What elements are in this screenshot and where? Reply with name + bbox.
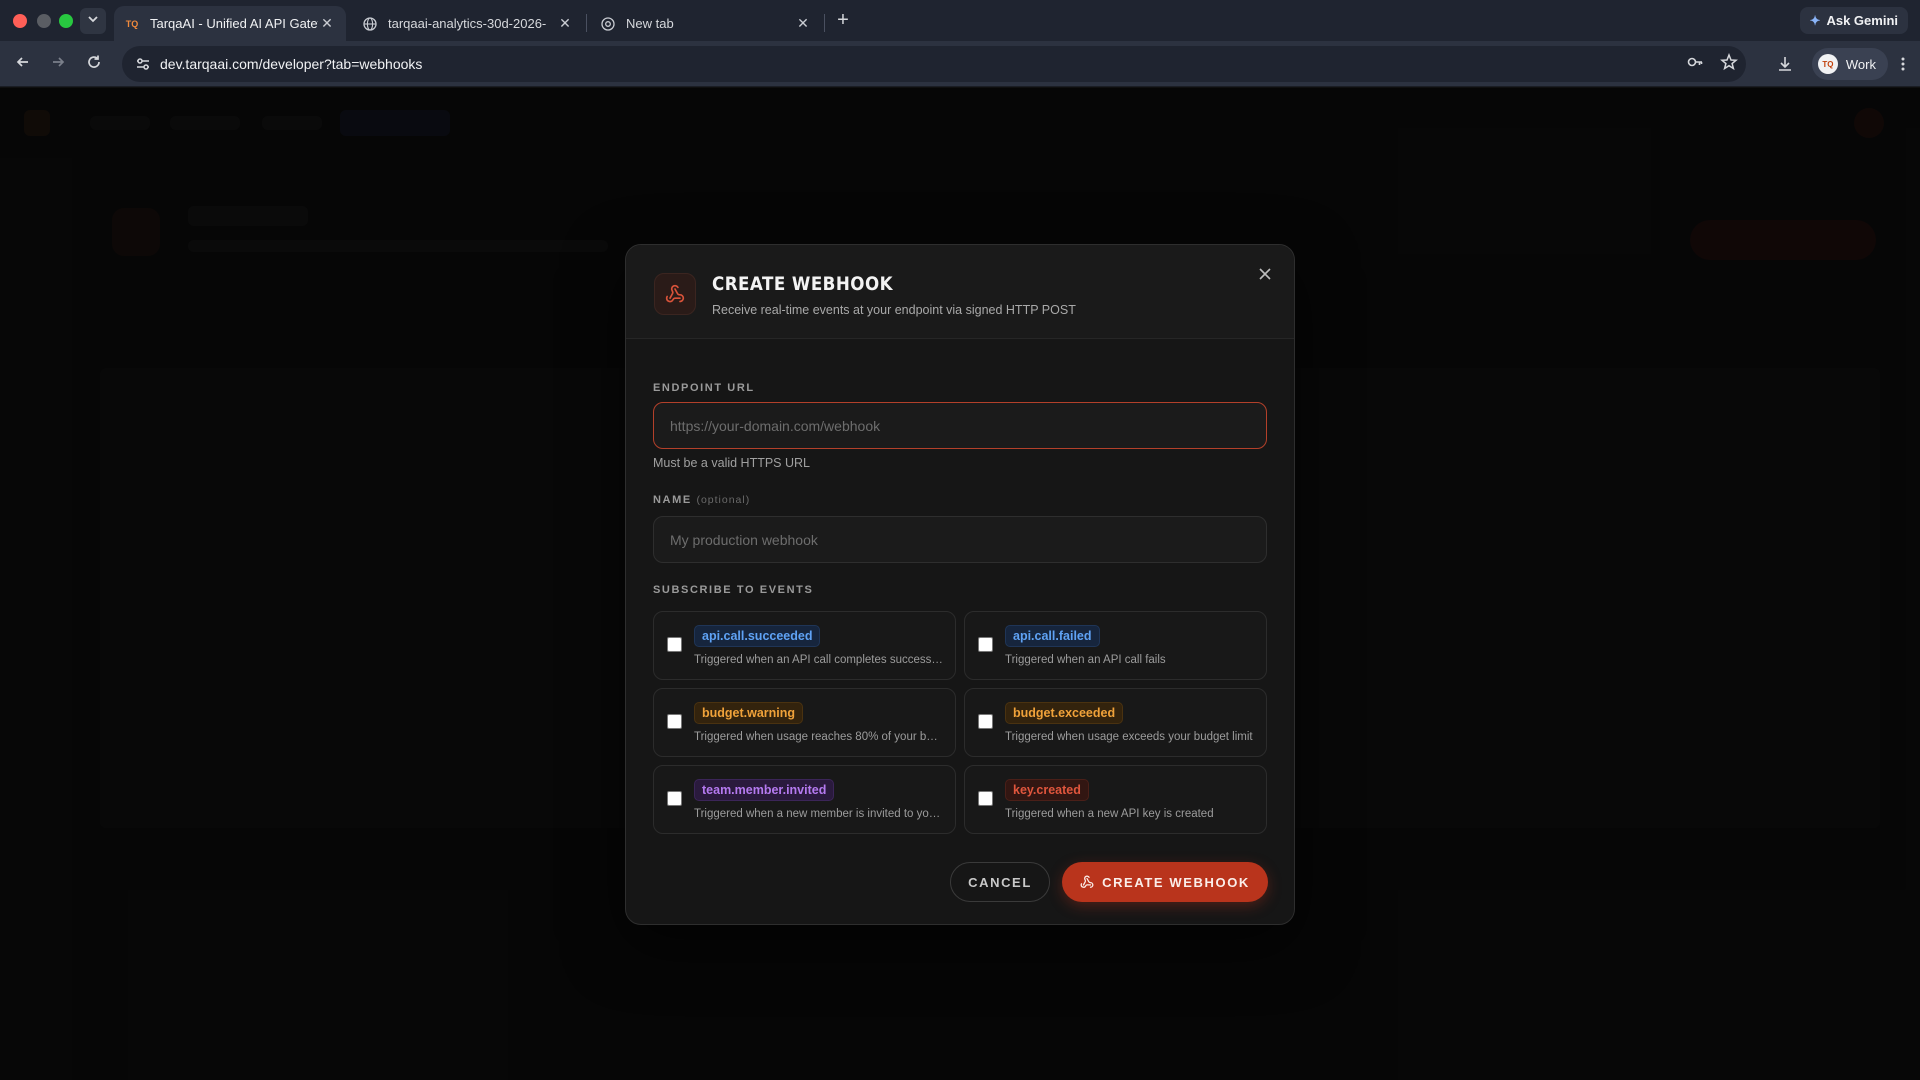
name-label-text: NAME [653,494,692,506]
event-option-budget-warning[interactable]: budget.warning Triggered when usage reac… [653,688,956,757]
tab-analytics[interactable]: tarqaai-analytics-30d-2026- ✕ [352,6,584,41]
create-webhook-modal: CREATE WEBHOOK Receive real-time events … [625,244,1295,925]
forward-button[interactable] [45,51,71,77]
event-option-team-member-invited[interactable]: team.member.invited Triggered when a new… [653,765,956,834]
password-key-icon[interactable] [1686,53,1704,76]
chrome-icon [600,16,616,32]
window-close-button[interactable] [13,14,27,28]
event-option-budget-exceeded[interactable]: budget.exceeded Triggered when usage exc… [964,688,1267,757]
event-description: Triggered when an API call fails [1005,654,1166,666]
event-checkbox[interactable] [978,637,993,652]
close-tab-icon[interactable]: ✕ [318,15,336,33]
tab-separator [824,14,825,32]
back-button[interactable] [10,51,36,77]
reload-icon [86,54,102,75]
create-webhook-label: CREATE WEBHOOK [1102,874,1250,890]
event-option-key-created[interactable]: key.created Triggered when a new API key… [964,765,1267,834]
tab-separator [586,14,587,32]
close-tab-icon[interactable]: ✕ [556,15,574,33]
arrow-left-icon [15,54,31,75]
event-tag: budget.exceeded [1005,702,1124,724]
close-icon[interactable] [1254,263,1276,285]
avatar: TQ [1817,54,1838,74]
tab-search-button[interactable] [80,8,106,34]
tab-tarqaai[interactable]: TQ TarqaAI - Unified AI API Gateway ✕ [114,6,346,41]
event-tag: api.call.failed [1005,625,1100,647]
event-checkbox[interactable] [978,791,993,806]
endpoint-url-input[interactable] [653,402,1267,449]
create-webhook-button[interactable]: CREATE WEBHOOK [1062,862,1268,902]
event-description: Triggered when usage reaches 80% of your… [694,731,944,743]
address-bar-actions [1686,46,1738,82]
event-option-api-call-succeeded[interactable]: api.call.succeeded Triggered when an API… [653,611,956,680]
more-vert-icon[interactable] [1900,55,1906,73]
profile-label: Work [1845,56,1876,72]
cancel-button[interactable]: CANCEL [950,862,1050,902]
event-checkbox[interactable] [667,637,682,652]
endpoint-url-helper: Must be a valid HTTPS URL [653,456,810,470]
bookmark-star-icon[interactable] [1720,52,1738,76]
url-text: dev.tarqaai.com/developer?tab=webhooks [160,56,423,72]
event-checkbox[interactable] [667,791,682,806]
globe-icon [362,16,378,32]
window-maximize-button[interactable] [59,14,73,28]
name-optional-hint: (optional) [696,494,751,506]
ask-gemini-label: Ask Gemini [1826,13,1898,28]
site-info-icon[interactable] [126,56,160,72]
chevron-down-icon [87,12,99,30]
event-description: Triggered when a new API key is created [1005,808,1214,820]
close-tab-icon[interactable]: ✕ [794,15,812,33]
event-description: Triggered when usage exceeds your budget… [1005,731,1253,743]
event-description: Triggered when a new member is invited t… [694,808,944,820]
event-option-api-call-failed[interactable]: api.call.failed Triggered when an API ca… [964,611,1267,680]
modal-header: CREATE WEBHOOK Receive real-time events … [626,245,1294,339]
event-checkbox[interactable] [978,714,993,729]
window-minimize-button[interactable] [37,14,51,28]
browser-toolbar: dev.tarqaai.com/developer?tab=webhooks T… [0,41,1920,87]
modal-title: CREATE WEBHOOK [712,273,894,295]
browser-tabstrip: TQ TarqaAI - Unified AI API Gateway ✕ ta… [0,0,1920,41]
ask-gemini-button[interactable]: ✦ Ask Gemini [1799,7,1908,34]
tab-new-tab[interactable]: New tab ✕ [590,6,822,41]
address-bar[interactable]: dev.tarqaai.com/developer?tab=webhooks [122,46,1746,82]
gemini-sparkle-icon: ✦ [1809,12,1821,28]
tab-title: TarqaAI - Unified AI API Gateway [150,16,318,31]
event-tag: key.created [1005,779,1089,801]
webhook-icon [654,273,696,315]
event-tag: api.call.succeeded [694,625,821,647]
endpoint-url-label: ENDPOINT URL [653,382,755,394]
arrow-right-icon [50,54,66,75]
webhook-icon [1080,875,1094,889]
download-icon[interactable] [1776,55,1794,73]
reload-button[interactable] [81,51,107,77]
profile-button[interactable]: TQ Work [1811,48,1888,80]
event-tag: team.member.invited [694,779,835,801]
tab-title: tarqaai-analytics-30d-2026- [388,16,547,31]
tab-title: New tab [626,16,674,31]
tarqaai-favicon-icon: TQ [125,18,139,29]
modal-subtitle: Receive real-time events at your endpoin… [712,303,1076,317]
new-tab-button[interactable]: + [832,9,854,31]
name-label: NAME (optional) [653,494,750,506]
webhook-name-input[interactable] [653,516,1267,563]
event-tag: budget.warning [694,702,804,724]
event-checkbox[interactable] [667,714,682,729]
event-description: Triggered when an API call completes suc… [694,654,944,666]
subscribe-events-label: SUBSCRIBE TO EVENTS [653,584,814,596]
toolbar-right: TQ Work [1776,41,1920,87]
